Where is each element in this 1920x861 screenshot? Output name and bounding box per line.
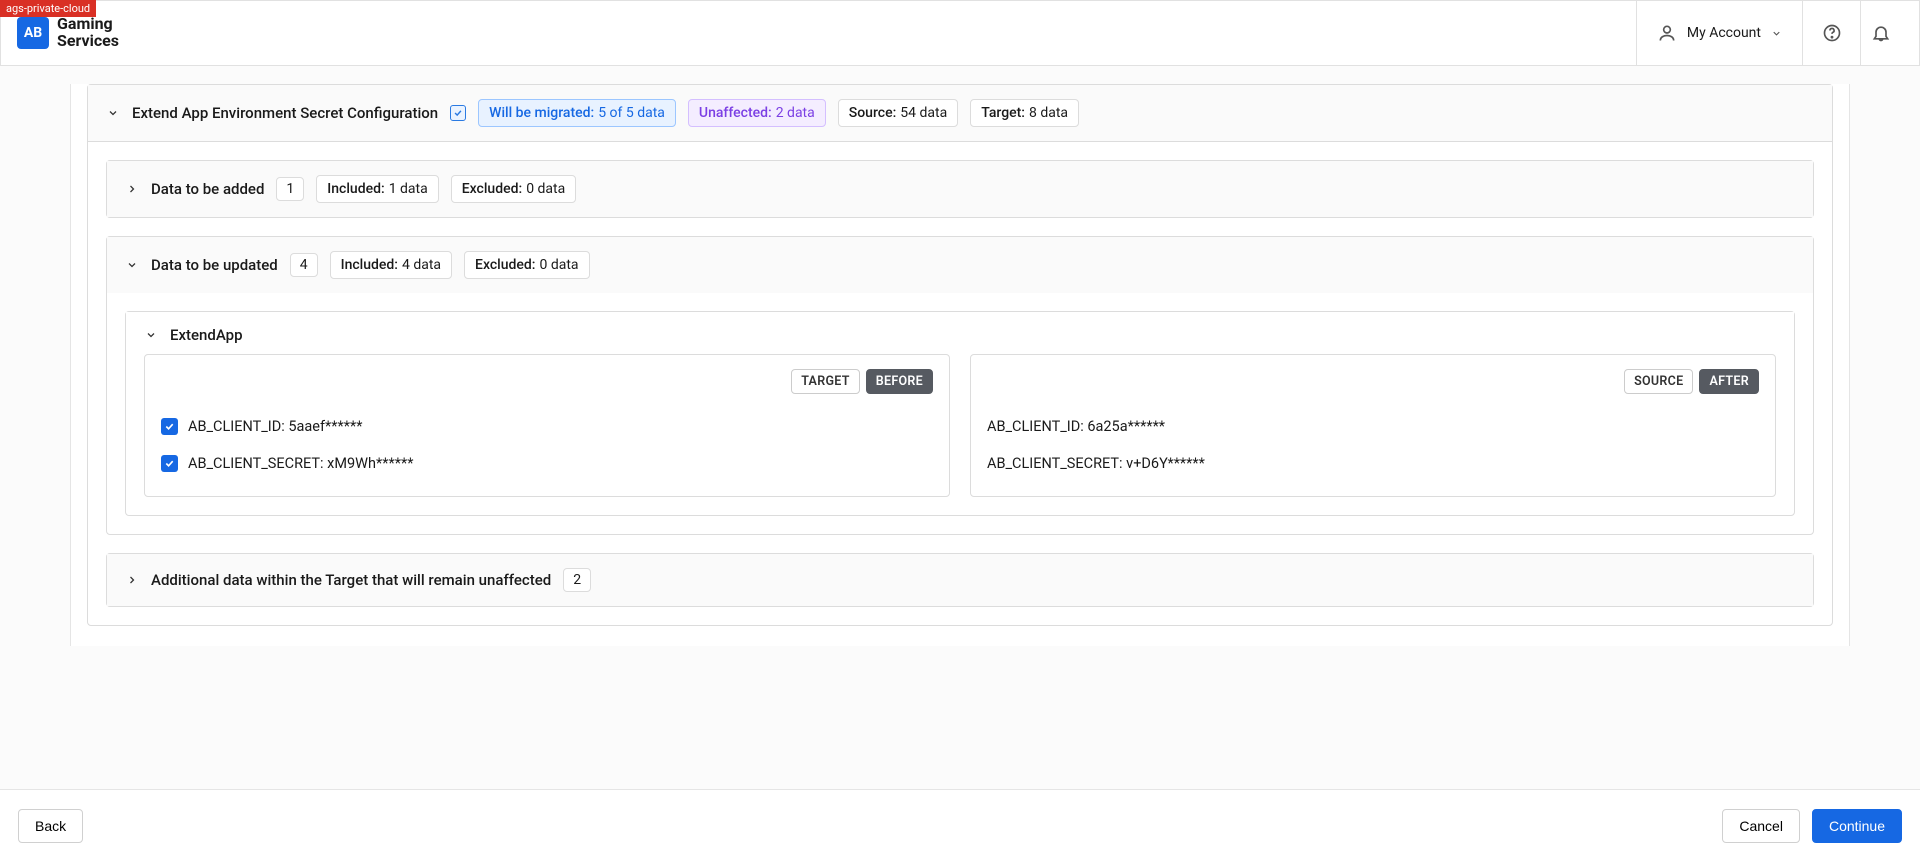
row-text: AB_CLIENT_ID: 6a25a****** [987, 418, 1165, 435]
label: Excluded: [475, 257, 535, 273]
header-right: My Account [1636, 1, 1919, 65]
section-header[interactable]: Extend App Environment Secret Configurat… [88, 85, 1832, 142]
value: 4 data [402, 257, 441, 273]
row-text: AB_CLIENT_SECRET: v+D6Y****** [987, 455, 1205, 472]
data-added-header[interactable]: Data to be added 1 Included: 1 data Excl… [107, 161, 1813, 217]
row-checkbox[interactable] [161, 418, 178, 435]
data-updated-header[interactable]: Data to be updated 4 Included: 4 data Ex… [107, 237, 1813, 293]
chevron-down-icon [144, 328, 158, 342]
section-title: Extend App Environment Secret Configurat… [132, 104, 438, 122]
brand-line2: Services [57, 33, 119, 50]
brand-text: Gaming Services [57, 16, 119, 50]
source-after-panel: SOURCE AFTER AB_CLIENT_ID: 6a25a****** A… [970, 354, 1776, 497]
row-text: AB_CLIENT_ID: 5aaef****** [188, 418, 363, 435]
label: Target: [981, 105, 1025, 121]
label: Will be migrated: [489, 105, 594, 121]
config-row: AB_CLIENT_ID: 5aaef****** [161, 408, 933, 445]
data-added-section: Data to be added 1 Included: 1 data Excl… [106, 160, 1814, 218]
row-text: AB_CLIENT_SECRET: xM9Wh****** [188, 455, 414, 472]
label: Source: [849, 105, 897, 121]
value: 1 data [389, 181, 428, 197]
footer-right: Cancel Continue [1722, 809, 1902, 843]
content: Extend App Environment Secret Configurat… [70, 84, 1850, 646]
label: Included: [341, 257, 398, 273]
label: Included: [327, 181, 384, 197]
badge-migrated: Will be migrated: 5 of 5 data [478, 99, 676, 127]
count-badge: 4 [290, 253, 318, 277]
value: 0 data [540, 257, 579, 273]
value: 8 data [1029, 105, 1068, 121]
badge-excluded: Excluded: 0 data [451, 175, 577, 203]
panel-tags: SOURCE AFTER [987, 369, 1759, 394]
panel-tags: TARGET BEFORE [161, 369, 933, 394]
app-header[interactable]: ExtendApp [126, 312, 1794, 354]
badge-included: Included: 1 data [316, 175, 438, 203]
help-icon [1822, 23, 1842, 43]
config-section: Extend App Environment Secret Configurat… [87, 84, 1833, 626]
tag-after: AFTER [1699, 369, 1759, 394]
title: Additional data within the Target that w… [151, 571, 551, 589]
chevron-right-icon [125, 573, 139, 587]
help-button[interactable] [1803, 1, 1861, 65]
tag-target: TARGET [791, 369, 860, 394]
value: 5 of 5 data [598, 105, 665, 121]
config-row: AB_CLIENT_SECRET: v+D6Y****** [987, 445, 1759, 482]
section-checkbox[interactable] [450, 105, 466, 121]
value: 0 data [526, 181, 565, 197]
count-badge: 2 [563, 568, 591, 592]
notifications-button[interactable] [1861, 1, 1919, 65]
badge-source: Source: 54 data [838, 99, 958, 127]
title: Data to be added [151, 180, 264, 198]
tag-before: BEFORE [866, 369, 933, 394]
app-name: ExtendApp [170, 326, 243, 344]
badge-unaffected: Unaffected: 2 data [688, 99, 826, 127]
env-tag: ags-private-cloud [0, 0, 96, 17]
config-row: AB_CLIENT_SECRET: xM9Wh****** [161, 445, 933, 482]
additional-header[interactable]: Additional data within the Target that w… [107, 554, 1813, 606]
chevron-down-icon [125, 258, 139, 272]
diff-columns: TARGET BEFORE AB_CLIENT_ID: 5aaef****** … [126, 354, 1794, 515]
user-icon [1657, 23, 1677, 43]
row-checkbox[interactable] [161, 455, 178, 472]
badge-target: Target: 8 data [970, 99, 1079, 127]
brand[interactable]: AB Gaming Services [1, 16, 119, 50]
data-updated-section: Data to be updated 4 Included: 4 data Ex… [106, 236, 1814, 535]
app-block: ExtendApp TARGET BEFORE AB_CLIENT_ID: 5a… [125, 311, 1795, 516]
bell-icon [1871, 23, 1891, 43]
label: Unaffected: [699, 105, 772, 121]
brand-logo: AB [17, 17, 49, 49]
value: 2 data [776, 105, 815, 121]
label: Excluded: [462, 181, 522, 197]
chevron-down-icon [1771, 28, 1782, 39]
value: 54 data [900, 105, 947, 121]
account-label: My Account [1687, 25, 1761, 41]
cancel-button[interactable]: Cancel [1722, 809, 1800, 843]
continue-button[interactable]: Continue [1812, 809, 1902, 843]
title: Data to be updated [151, 256, 278, 274]
additional-section: Additional data within the Target that w… [106, 553, 1814, 607]
chevron-down-icon [106, 106, 120, 120]
tag-source: SOURCE [1624, 369, 1693, 394]
chevron-right-icon [125, 182, 139, 196]
content-scroll[interactable]: Extend App Environment Secret Configurat… [0, 66, 1920, 789]
badge-excluded: Excluded: 0 data [464, 251, 590, 279]
target-before-panel: TARGET BEFORE AB_CLIENT_ID: 5aaef****** … [144, 354, 950, 497]
count-badge: 1 [276, 177, 304, 201]
account-menu[interactable]: My Account [1636, 1, 1803, 65]
back-button[interactable]: Back [18, 809, 83, 843]
badge-included: Included: 4 data [330, 251, 452, 279]
config-row: AB_CLIENT_ID: 6a25a****** [987, 408, 1759, 445]
footer: Back Cancel Continue [0, 789, 1920, 861]
app-header: AB Gaming Services My Account [0, 0, 1920, 66]
